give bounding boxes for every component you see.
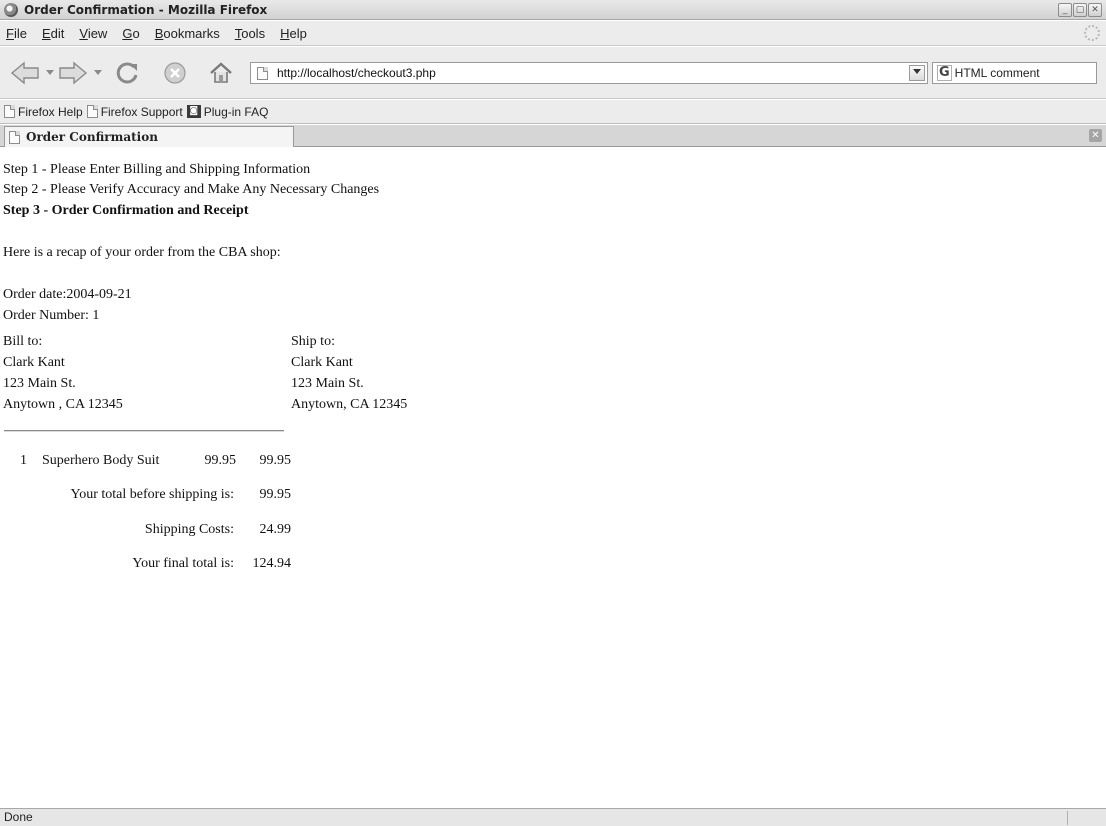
url-bar[interactable]: http://localhost/checkout3.php: [250, 62, 928, 84]
chevron-down-icon: [46, 70, 54, 75]
firefox-logo-icon: [4, 2, 18, 17]
menu-bar: File Edit View Go Bookmarks Tools Help: [0, 21, 1106, 46]
navigation-toolbar: http://localhost/checkout3.php G HTML co…: [0, 47, 1106, 99]
ship-to-city: Anytown, CA 12345: [291, 397, 408, 412]
status-divider: [1067, 811, 1068, 825]
window-title-bar: Order Confirmation - Mozilla Firefox _ ▢…: [0, 0, 1106, 20]
order-date: Order date:2004-09-21: [3, 287, 132, 302]
menu-edit[interactable]: Edit: [42, 26, 64, 41]
tab-label: Order Confirmation: [26, 130, 158, 144]
shipping-value: 24.99: [259, 522, 292, 537]
bill-to-name: Clark Kant: [3, 355, 65, 370]
url-text[interactable]: http://localhost/checkout3.php: [277, 66, 436, 80]
ship-to-street: 123 Main St.: [291, 376, 364, 391]
back-button[interactable]: [8, 60, 42, 86]
divider: [4, 430, 284, 432]
bookmarks-toolbar: Firefox Help Firefox Support ◙ Plug-in F…: [0, 100, 1106, 124]
reload-icon: [116, 62, 138, 84]
item-price: 99.95: [204, 453, 237, 468]
page-icon: [86, 105, 98, 118]
bookmark-plugin-faq[interactable]: ◙ Plug-in FAQ: [186, 104, 269, 119]
step-1: Step 1 - Please Enter Billing and Shippi…: [3, 162, 311, 177]
shipping-label: Shipping Costs:: [144, 522, 234, 537]
close-tab-icon[interactable]: ✕: [1089, 129, 1102, 142]
menu-help[interactable]: Help: [280, 26, 307, 41]
item-name: Superhero Body Suit: [42, 453, 160, 468]
status-text: Done: [4, 810, 33, 824]
bill-to-heading: Bill to:: [3, 334, 43, 349]
window-title: Order Confirmation - Mozilla Firefox: [24, 2, 268, 17]
back-arrow-icon: [10, 61, 39, 85]
order-number: Order Number: 1: [3, 308, 100, 323]
menu-tools[interactable]: Tools: [235, 26, 265, 41]
final-total-value: 124.94: [252, 556, 292, 571]
tab-strip: Order Confirmation ✕: [0, 125, 1106, 147]
page-icon: [4, 105, 15, 118]
ship-to-name: Clark Kant: [291, 355, 353, 370]
chevron-down-icon: [913, 69, 921, 74]
search-engine-icon[interactable]: G: [937, 65, 952, 81]
reload-button[interactable]: [112, 60, 142, 86]
search-input[interactable]: HTML comment: [955, 66, 1040, 80]
bookmark-label: Firefox Support: [100, 104, 183, 119]
menu-file[interactable]: File: [6, 26, 27, 41]
menu-view[interactable]: View: [79, 26, 107, 41]
page-content: Step 1 - Please Enter Billing and Shippi…: [0, 148, 1106, 808]
menu-bookmarks[interactable]: Bookmarks: [155, 26, 220, 41]
forward-history-dropdown[interactable]: [93, 60, 103, 86]
bookmark-label: Plug-in FAQ: [203, 104, 269, 119]
bookmark-firefox-support[interactable]: Firefox Support: [86, 104, 183, 119]
final-total-label: Your final total is:: [132, 556, 234, 571]
bookmark-firefox-help[interactable]: Firefox Help: [4, 105, 83, 119]
home-icon: [210, 62, 232, 83]
back-history-dropdown[interactable]: [45, 60, 55, 86]
item-quantity: 1: [20, 453, 27, 468]
menu-go[interactable]: Go: [122, 26, 139, 41]
step-2: Step 2 - Please Verify Accuracy and Make…: [3, 182, 380, 197]
subtotal-label: Your total before shipping is:: [70, 487, 234, 502]
forward-arrow-icon: [59, 61, 88, 85]
window-controls: _ ▢ ✕: [1058, 3, 1102, 17]
item-total: 99.95: [259, 453, 292, 468]
home-button[interactable]: [206, 60, 236, 86]
ship-to-heading: Ship to:: [291, 334, 335, 349]
minimize-button[interactable]: _: [1058, 3, 1072, 17]
search-bar[interactable]: G HTML comment: [932, 62, 1097, 84]
close-button[interactable]: ✕: [1088, 3, 1102, 17]
bookmark-label: Firefox Help: [18, 104, 83, 119]
status-bar: Done: [0, 808, 1106, 826]
step-3: Step 3 - Order Confirmation and Receipt: [3, 203, 249, 218]
forward-button[interactable]: [56, 60, 90, 86]
page-icon: [257, 66, 268, 80]
bill-to-city: Anytown , CA 12345: [3, 397, 123, 412]
plugin-icon: ◙: [186, 105, 201, 118]
bill-to-street: 123 Main St.: [3, 376, 76, 391]
chevron-down-icon: [94, 70, 102, 75]
stop-icon: [164, 62, 186, 84]
activity-throbber-icon: [1084, 25, 1100, 41]
subtotal-value: 99.95: [259, 487, 292, 502]
order-intro: Here is a recap of your order from the C…: [3, 245, 281, 260]
tab-order-confirmation[interactable]: Order Confirmation: [4, 126, 294, 147]
maximize-button[interactable]: ▢: [1073, 3, 1087, 17]
stop-button[interactable]: [160, 60, 190, 86]
page-icon: [9, 130, 20, 144]
url-history-dropdown[interactable]: [909, 65, 925, 81]
